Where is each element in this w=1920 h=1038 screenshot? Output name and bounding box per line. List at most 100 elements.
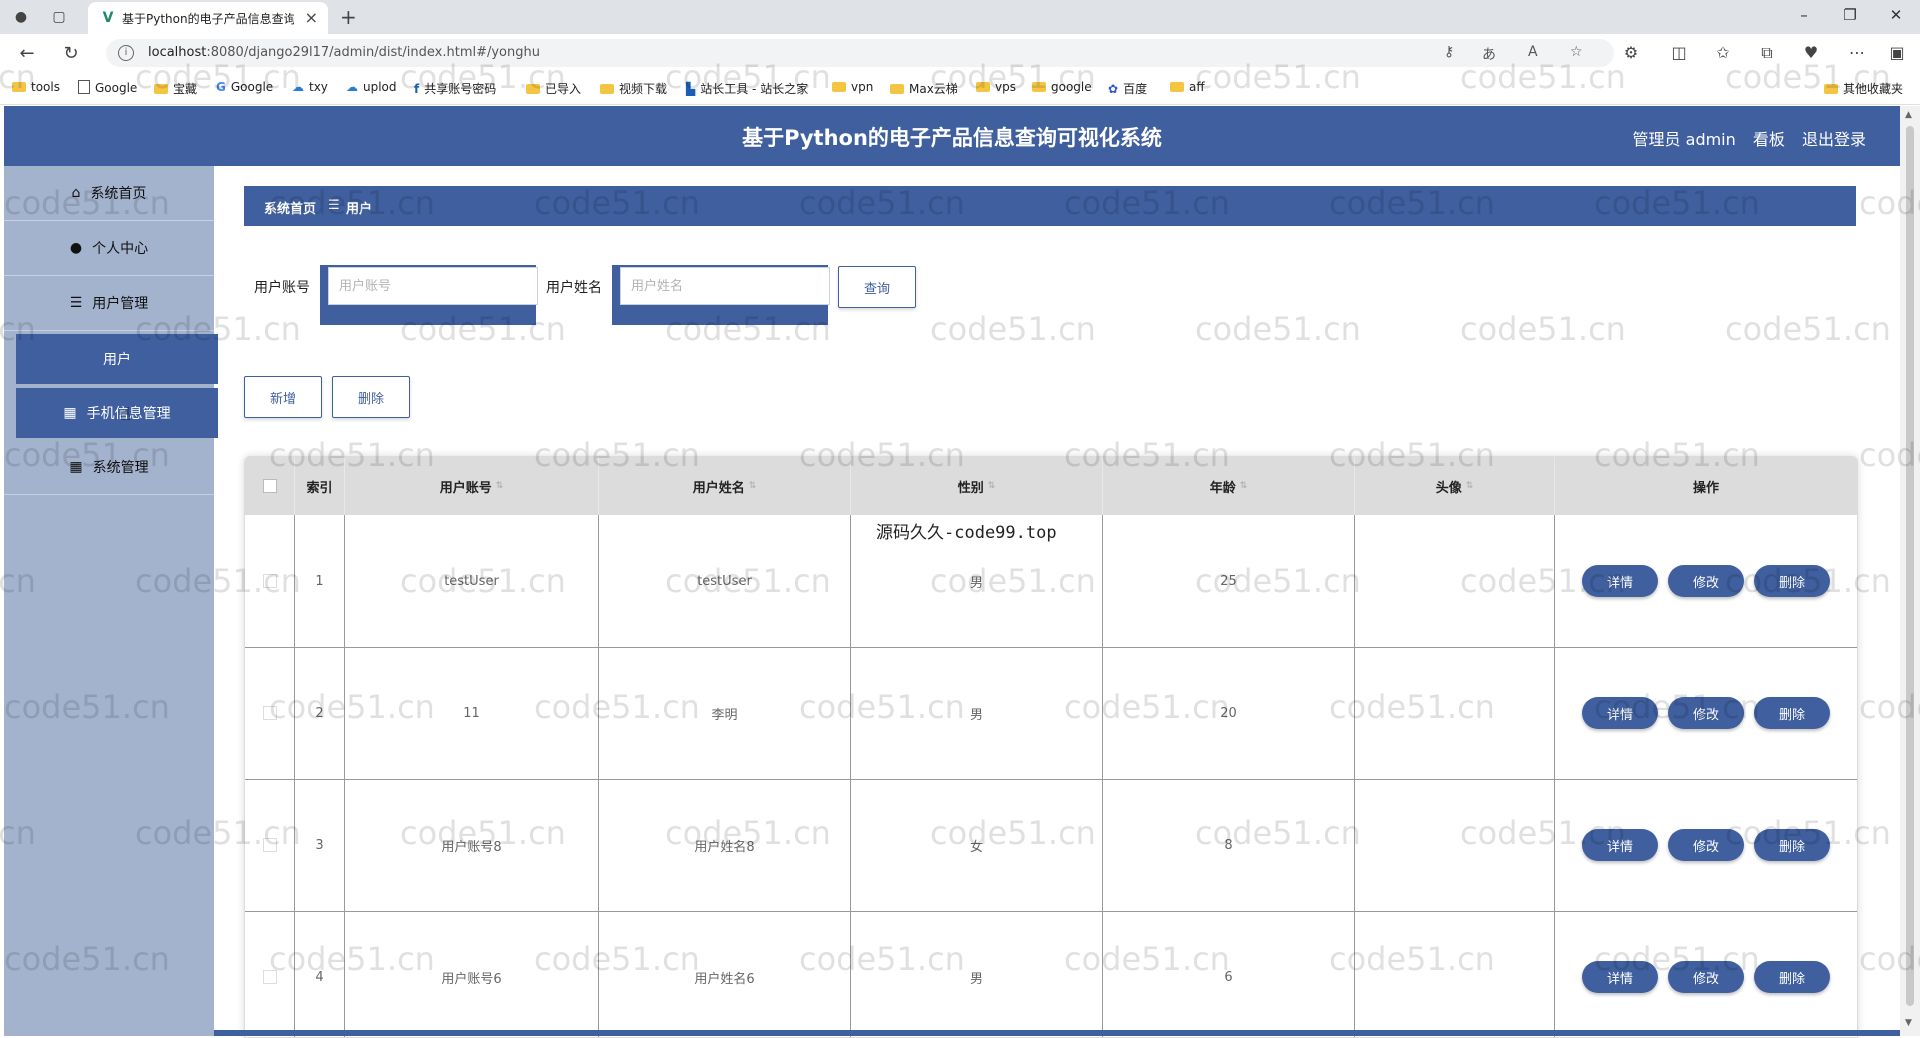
name-search-input[interactable] xyxy=(620,267,830,305)
query-button[interactable]: 查询 xyxy=(838,266,916,308)
chinaz-icon: ▙ xyxy=(686,82,696,96)
bookmark-item[interactable]: ☁ txy xyxy=(292,80,328,94)
url-field[interactable]: i localhost:8080/django29l17/admin/dist/… xyxy=(106,39,1614,67)
row-checkbox[interactable] xyxy=(262,706,277,720)
collections-icon[interactable]: ⧉ xyxy=(1756,43,1778,63)
account-search-input[interactable] xyxy=(328,267,538,305)
sort-icon[interactable]: ⇅ xyxy=(496,481,504,491)
page-icon xyxy=(78,80,90,94)
col-name[interactable]: 用户姓名 ⇅ xyxy=(599,457,851,515)
window-close-icon[interactable]: ✕ xyxy=(1886,6,1906,24)
sort-icon[interactable]: ⇅ xyxy=(1240,481,1248,491)
sidebar-subitem-user[interactable]: 用户 xyxy=(12,334,218,384)
sidebar-item-phone-info[interactable]: ▦ 手机信息管理 xyxy=(12,388,218,438)
bookmark-item[interactable]: ✿ 百度 xyxy=(1108,80,1147,97)
detail-button[interactable]: 详情 xyxy=(1582,829,1658,861)
col-avatar[interactable]: 头像 ⇅ xyxy=(1355,457,1555,515)
batch-delete-button[interactable]: 删除 xyxy=(332,376,410,418)
folder-icon xyxy=(832,82,846,92)
bookmark-item[interactable]: 宝藏 xyxy=(154,80,197,97)
bookmark-item[interactable]: aff xyxy=(1170,80,1205,94)
scroll-up-icon[interactable]: ▲ xyxy=(1905,110,1912,120)
back-icon[interactable]: ← xyxy=(16,43,38,64)
delete-button[interactable]: 删除 xyxy=(1754,697,1830,729)
site-info-icon[interactable]: i xyxy=(118,45,134,61)
cell-avatar xyxy=(1355,779,1555,911)
cell-account: 用户账号6 xyxy=(345,911,599,1037)
delete-button[interactable]: 删除 xyxy=(1754,565,1830,597)
sort-icon[interactable]: ⇅ xyxy=(988,481,996,491)
scrollbar-thumb[interactable] xyxy=(1906,126,1914,1006)
bookmark-item[interactable]: vps xyxy=(976,80,1016,94)
dashboard-link[interactable]: 看板 xyxy=(1753,130,1785,149)
edit-button[interactable]: 修改 xyxy=(1668,565,1744,597)
sidebar-item-user-management[interactable]: ☰ 用户管理 xyxy=(4,276,214,331)
bookmark-item[interactable]: ☁ uplod xyxy=(346,80,397,94)
split-screen-icon[interactable]: ◫ xyxy=(1668,43,1690,62)
edit-button[interactable]: 修改 xyxy=(1668,961,1744,993)
sidebar-item-profile[interactable]: ● 个人中心 xyxy=(4,221,214,276)
bookmark-item[interactable]: Google xyxy=(78,80,137,95)
browser-tab[interactable]: V 基于Python的电子产品信息查询可视化系统 × xyxy=(88,2,328,34)
page-scrollbar[interactable]: ▲ ▼ xyxy=(1900,106,1920,1036)
sidebar-toggle-icon[interactable]: ▣ xyxy=(1886,43,1908,62)
delete-button[interactable]: 删除 xyxy=(1754,829,1830,861)
bookmark-item[interactable]: f 共享账号密码 xyxy=(414,80,496,97)
bookmark-item[interactable]: tools xyxy=(12,80,60,94)
close-tab-icon[interactable]: × xyxy=(305,8,318,27)
delete-button[interactable]: 删除 xyxy=(1754,961,1830,993)
bookmark-item[interactable]: 已导入 xyxy=(526,80,581,97)
row-checkbox[interactable] xyxy=(262,574,277,588)
key-icon[interactable]: ⚷ xyxy=(1444,44,1454,60)
detail-button[interactable]: 详情 xyxy=(1582,961,1658,993)
new-tab-icon[interactable]: + xyxy=(340,5,357,29)
bookmark-item[interactable]: Max云梯 xyxy=(890,80,958,97)
row-checkbox[interactable] xyxy=(262,838,277,852)
favorites-icon[interactable]: ✩ xyxy=(1712,43,1734,62)
bookmark-item[interactable]: google xyxy=(1032,80,1092,94)
extensions-icon[interactable]: ⚙ xyxy=(1620,43,1642,62)
cell-actions: 详情 修改 删除 xyxy=(1555,647,1857,779)
edit-button[interactable]: 修改 xyxy=(1668,829,1744,861)
sidebar-item-system[interactable]: ▦ 系统管理 xyxy=(4,440,214,495)
detail-button[interactable]: 详情 xyxy=(1582,697,1658,729)
bookmark-item[interactable]: vpn xyxy=(832,80,873,94)
bookmark-item[interactable]: ▙ 站长工具 - 站长之家 xyxy=(686,80,808,97)
row-checkbox[interactable] xyxy=(262,970,277,984)
share-icon: f xyxy=(414,82,420,96)
favorite-star-icon[interactable]: ☆ xyxy=(1570,44,1583,60)
col-gender[interactable]: 性别 ⇅ xyxy=(851,457,1103,515)
sort-icon[interactable]: ⇅ xyxy=(1466,481,1474,491)
breadcrumb-home[interactable]: 系统首页 xyxy=(264,198,316,217)
app-title: 基于Python的电子产品信息查询可视化系统 xyxy=(742,126,1162,150)
scroll-down-icon[interactable]: ▼ xyxy=(1905,1018,1912,1028)
select-all-checkbox[interactable] xyxy=(262,479,277,493)
detail-button[interactable]: 详情 xyxy=(1582,565,1658,597)
read-aloud-icon[interactable]: A xyxy=(1528,44,1538,60)
sidebar-item-home[interactable]: ⌂ 系统首页 xyxy=(4,166,214,221)
grid-icon: ▦ xyxy=(69,459,83,475)
bookmark-item[interactable]: G Google xyxy=(216,80,273,94)
refresh-icon[interactable]: ↻ xyxy=(60,43,82,64)
watermark-text: code51.cn xyxy=(1460,310,1626,348)
bookmark-item[interactable]: 视频下载 xyxy=(600,80,667,97)
cell-index: 4 xyxy=(295,911,345,1037)
cell-index: 2 xyxy=(295,647,345,779)
cell-gender: 男 xyxy=(851,911,1103,1037)
profile-icon[interactable]: ● xyxy=(12,8,30,26)
restore-icon[interactable]: ❐ xyxy=(1840,6,1860,24)
more-menu-icon[interactable]: ⋯ xyxy=(1846,43,1868,62)
translate-icon[interactable]: あ xyxy=(1482,44,1496,64)
cell-actions: 详情 修改 删除 xyxy=(1555,911,1857,1037)
add-button[interactable]: 新增 xyxy=(244,376,322,418)
logout-link[interactable]: 退出登录 xyxy=(1802,130,1866,149)
col-account[interactable]: 用户账号 ⇅ xyxy=(345,457,599,515)
performance-icon[interactable]: ♥ xyxy=(1800,43,1822,62)
minimize-icon[interactable]: – xyxy=(1794,6,1814,24)
edit-button[interactable]: 修改 xyxy=(1668,697,1744,729)
sort-icon[interactable]: ⇅ xyxy=(749,481,757,491)
tab-actions-icon[interactable]: ▢ xyxy=(50,8,68,26)
other-bookmarks[interactable]: 其他收藏夹 xyxy=(1824,80,1903,97)
col-age[interactable]: 年龄 ⇅ xyxy=(1103,457,1355,515)
overlay-source-note: 源码久久-code99.top xyxy=(876,523,1057,543)
